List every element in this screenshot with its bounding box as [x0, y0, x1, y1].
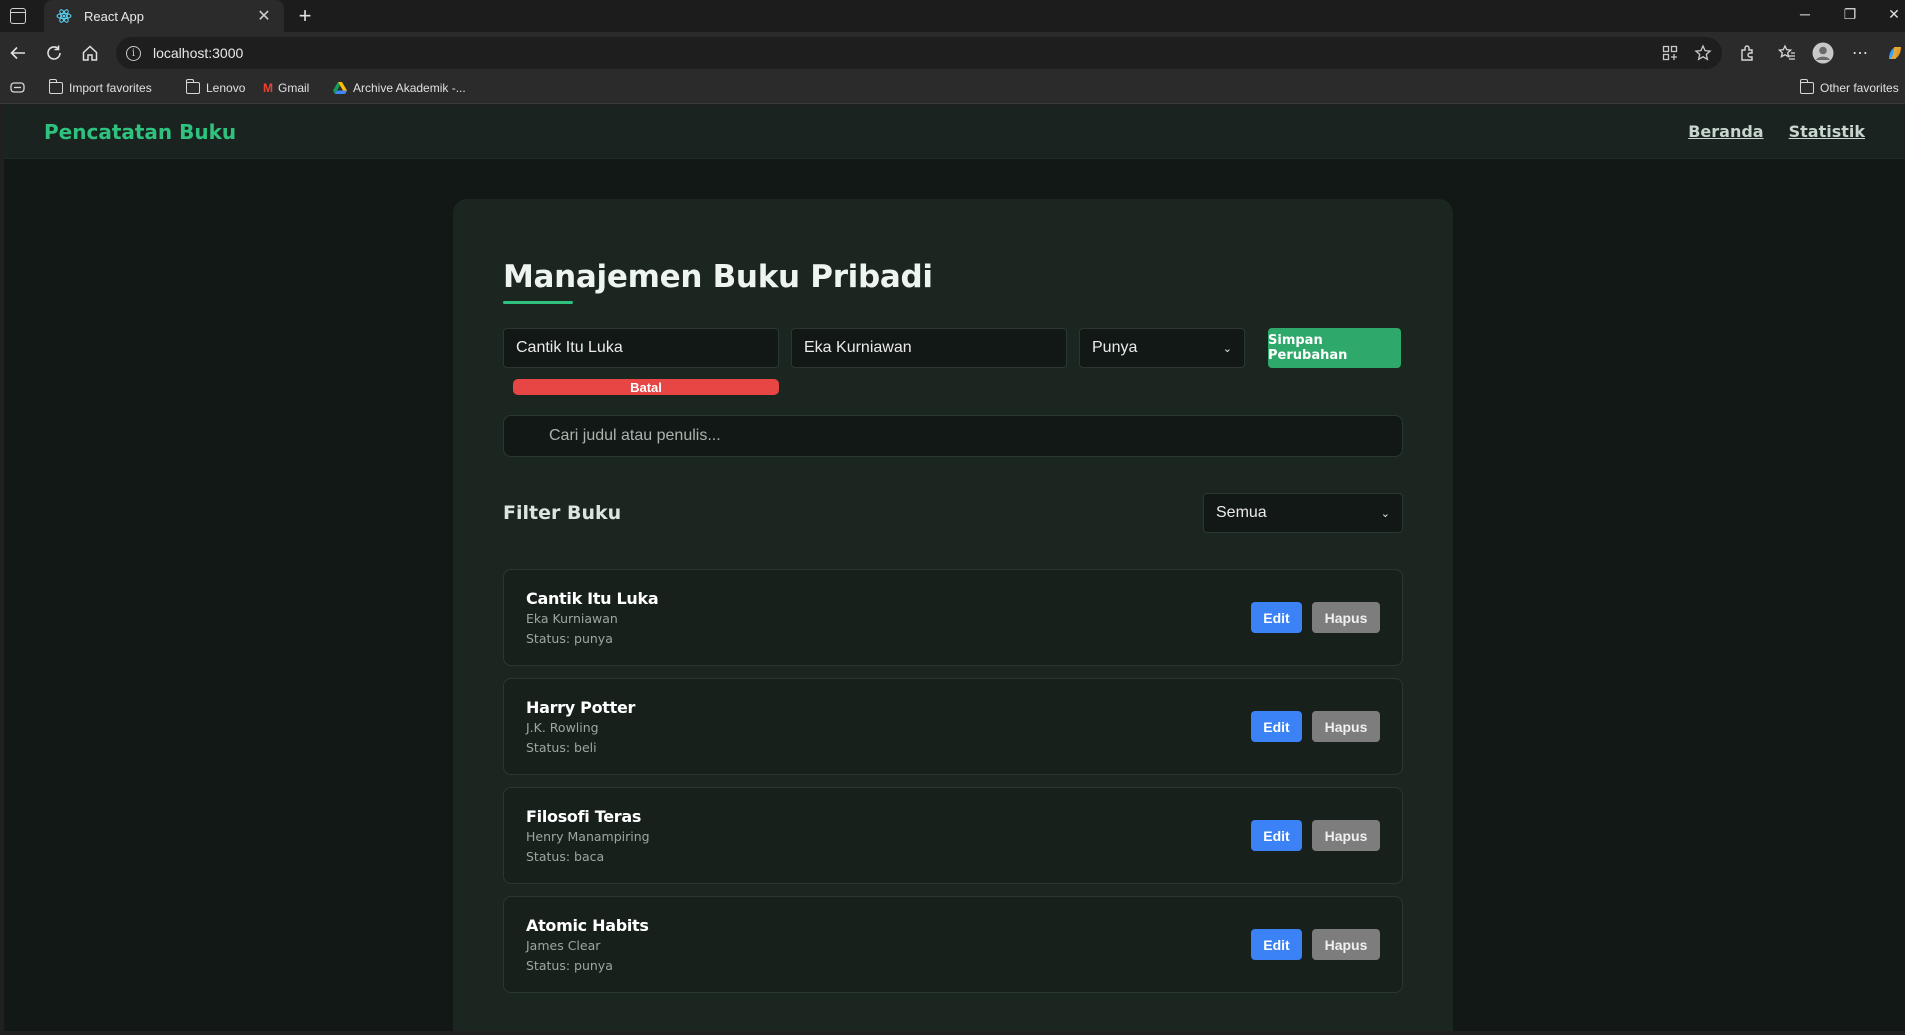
home-icon[interactable] [80, 43, 100, 63]
folder-icon [186, 79, 200, 94]
book-author: J.K. Rowling [526, 720, 599, 735]
book-item: Filosofi Teras Henry Manampiring Status:… [503, 787, 1403, 884]
browser-tab[interactable]: React App ✕ [44, 0, 284, 32]
book-item: Harry Potter J.K. Rowling Status: beli E… [503, 678, 1403, 775]
book-status: Status: punya [526, 958, 613, 973]
title-underline [503, 301, 573, 304]
bookmark-label: Gmail [278, 81, 310, 95]
book-author: James Clear [526, 938, 601, 953]
filter-select-value: Semua [1216, 504, 1267, 521]
more-menu-icon[interactable]: ⋯ [1849, 42, 1871, 64]
refresh-icon[interactable] [44, 43, 64, 63]
status-select-value: Punya [1092, 339, 1138, 356]
book-title: Filosofi Teras [526, 807, 642, 826]
new-tab-icon[interactable]: + [292, 3, 318, 29]
book-list: Cantik Itu Luka Eka Kurniawan Status: pu… [503, 569, 1403, 993]
book-info: Cantik Itu Luka Eka Kurniawan Status: pu… [526, 589, 1251, 646]
edit-button[interactable]: Edit [1251, 602, 1302, 633]
bookmarks-bar: Import favorites Lenovo M Gmail Archive … [0, 74, 1905, 104]
favorite-star-icon[interactable] [1692, 42, 1714, 64]
folder-import-icon [49, 79, 63, 94]
filter-title: Filter Buku [503, 502, 622, 524]
app-page: Pencatatan Buku Beranda Statistik Manaje… [4, 105, 1905, 1031]
delete-button[interactable]: Hapus [1312, 602, 1380, 633]
filter-select[interactable]: Semua ⌄ [1203, 493, 1403, 533]
restore-icon[interactable]: ❐ [1840, 6, 1860, 23]
tab-title: React App [84, 8, 144, 24]
bookmark-label: Archive Akademik -... [353, 81, 466, 95]
nav-link-statistik[interactable]: Statistik [1789, 122, 1865, 141]
author-input[interactable]: Eka Kurniawan [791, 328, 1067, 368]
url-text: localhost:3000 [153, 45, 244, 61]
copilot-icon[interactable] [1884, 42, 1905, 64]
chevron-down-icon: ⌄ [1380, 507, 1390, 520]
book-info: Atomic Habits James Clear Status: punya [526, 916, 1251, 973]
book-item: Atomic Habits James Clear Status: punya … [503, 896, 1403, 993]
search-input[interactable]: Cari judul atau penulis... [503, 415, 1403, 457]
bookmark-label: Import favorites [69, 81, 152, 95]
app-navbar: Pencatatan Buku Beranda Statistik [4, 105, 1905, 159]
edit-button[interactable]: Edit [1251, 820, 1302, 851]
edit-button[interactable]: Edit [1251, 929, 1302, 960]
book-status: Status: punya [526, 631, 613, 646]
bookmark-label: Lenovo [206, 81, 246, 95]
google-drive-icon [333, 82, 347, 94]
minimize-icon[interactable]: ─ [1795, 6, 1815, 22]
bookmark-gmail[interactable]: M Gmail [263, 81, 309, 95]
chevron-down-icon: ⌄ [1222, 342, 1232, 355]
close-tab-icon[interactable]: ✕ [256, 6, 272, 26]
book-title: Cantik Itu Luka [526, 589, 659, 608]
close-window-icon[interactable]: ✕ [1884, 6, 1904, 23]
filter-row: Filter Buku Semua ⌄ [503, 493, 1403, 533]
bookmark-label: Other favorites [1820, 81, 1899, 95]
main-card: Manajemen Buku Pribadi Cantik Itu Luka E… [453, 199, 1453, 1031]
book-title: Atomic Habits [526, 916, 649, 935]
reading-list-icon[interactable] [10, 81, 25, 94]
app-available-icon[interactable] [1659, 42, 1681, 64]
bookmark-other-favorites[interactable]: Other favorites [1800, 79, 1899, 95]
bookmark-lenovo[interactable]: Lenovo [186, 79, 246, 95]
book-author: Eka Kurniawan [526, 611, 618, 626]
book-info: Harry Potter J.K. Rowling Status: beli [526, 698, 1251, 755]
save-changes-button[interactable]: Simpan Perubahan [1268, 328, 1401, 368]
delete-button[interactable]: Hapus [1312, 711, 1380, 742]
book-info: Filosofi Teras Henry Manampiring Status:… [526, 807, 1251, 864]
book-title: Harry Potter [526, 698, 636, 717]
book-status: Status: beli [526, 740, 597, 755]
edit-button[interactable]: Edit [1251, 711, 1302, 742]
cancel-button[interactable]: Batal [513, 379, 779, 395]
react-logo-icon [56, 8, 72, 24]
url-omnibox[interactable]: i localhost:3000 [116, 37, 1722, 69]
delete-button[interactable]: Hapus [1312, 820, 1380, 851]
book-status: Status: baca [526, 849, 605, 864]
profile-avatar-icon[interactable] [1812, 42, 1834, 64]
address-bar: i localhost:3000 ⋯ [0, 32, 1905, 74]
status-select[interactable]: Punya ⌄ [1079, 328, 1245, 368]
gmail-icon: M [263, 81, 273, 95]
tab-actions-icon[interactable] [10, 8, 26, 24]
book-form: Cantik Itu Luka Eka Kurniawan Punya ⌄ Si… [503, 328, 1403, 368]
page-title: Manajemen Buku Pribadi [503, 259, 933, 295]
extensions-icon[interactable] [1736, 42, 1758, 64]
folder-icon [1800, 79, 1814, 94]
nav-link-beranda[interactable]: Beranda [1688, 122, 1763, 141]
title-input[interactable]: Cantik Itu Luka [503, 328, 779, 368]
browser-tab-bar: React App ✕ + ─ ❐ ✕ [0, 0, 1905, 32]
delete-button[interactable]: Hapus [1312, 929, 1380, 960]
site-info-icon[interactable]: i [126, 45, 141, 61]
favorites-icon[interactable] [1776, 42, 1798, 64]
brand-title[interactable]: Pencatatan Buku [44, 120, 1663, 144]
book-item: Cantik Itu Luka Eka Kurniawan Status: pu… [503, 569, 1403, 666]
book-author: Henry Manampiring [526, 829, 650, 844]
bookmark-import-favorites[interactable]: Import favorites [49, 79, 152, 95]
back-icon[interactable] [8, 43, 28, 63]
bookmark-archive-akademik[interactable]: Archive Akademik -... [333, 81, 466, 95]
